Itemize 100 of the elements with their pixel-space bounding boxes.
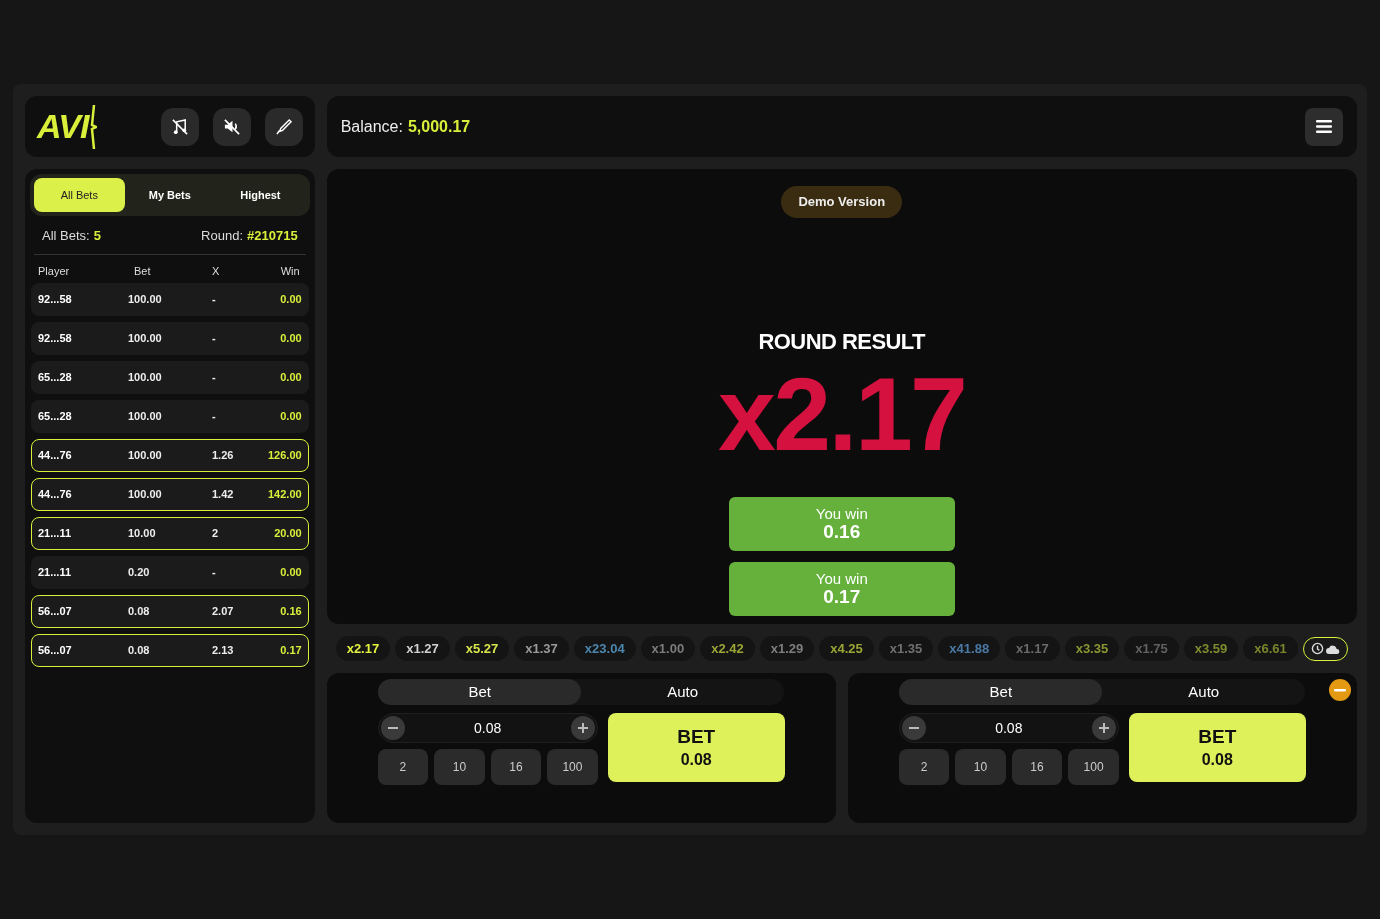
player-name: 92...58: [38, 331, 73, 347]
game-logo: AVI: [37, 106, 89, 147]
menu-icon: [1315, 120, 1332, 133]
pen-icon: [274, 117, 293, 136]
preset-amount-button[interactable]: 100: [1068, 749, 1119, 785]
preset-amount-button[interactable]: 10: [434, 749, 485, 785]
history-multiplier[interactable]: x1.37: [514, 636, 569, 661]
player-name: 21...11: [38, 526, 73, 542]
sound-off-button[interactable]: [212, 107, 251, 146]
win-label: You win: [815, 505, 868, 522]
round-result-title: ROUND RESULT: [758, 327, 925, 356]
minus-icon: [908, 727, 919, 729]
bet-amount-value: 0.08: [474, 718, 502, 738]
bet-amount: 10.00: [128, 526, 157, 542]
preset-amount-button[interactable]: 10: [955, 749, 1006, 785]
win-amount: 0.00: [279, 292, 302, 308]
bet-mode-tab[interactable]: Auto: [581, 679, 785, 705]
history-icon: [1310, 642, 1324, 655]
remove-bet-button[interactable]: [1328, 679, 1351, 701]
history-multiplier[interactable]: x3.35: [1064, 636, 1120, 661]
amount-stepper[interactable]: 0.08: [898, 713, 1119, 743]
player-name: 44...76: [38, 448, 73, 464]
decrease-button[interactable]: [380, 716, 405, 740]
win-amount: 126.00: [268, 448, 302, 464]
win-label: You win: [815, 570, 868, 587]
multiplier-value: -: [211, 292, 217, 308]
pen-button[interactable]: [264, 107, 303, 146]
column-header: X: [211, 263, 221, 279]
player-name: 44...76: [38, 487, 73, 503]
round-multiplier: x2.17: [718, 361, 966, 466]
menu-button[interactable]: [1304, 107, 1343, 146]
history-multiplier[interactable]: x1.00: [640, 636, 696, 661]
preset-amount-button[interactable]: 100: [547, 749, 598, 785]
history-multiplier[interactable]: x1.27: [395, 636, 450, 661]
history-multiplier[interactable]: x1.29: [759, 636, 815, 661]
preset-amount-button[interactable]: 16: [490, 749, 542, 785]
bet-count: 5: [93, 227, 101, 245]
round-label: Round:: [201, 227, 244, 245]
music-off-icon: [170, 117, 189, 136]
increase-button[interactable]: [1091, 716, 1116, 740]
bet-mode-tab[interactable]: Bet: [899, 679, 1103, 705]
history-multiplier[interactable]: x23.04: [573, 636, 636, 661]
history-multiplier[interactable]: x5.27: [454, 636, 510, 661]
win-amount: 0.17: [279, 643, 302, 659]
win-amount: 0.00: [279, 409, 302, 425]
plus-icon: [577, 723, 588, 733]
column-header: Win: [279, 263, 301, 279]
balance-value: 5,000.17: [407, 116, 471, 137]
player-name: 65...28: [38, 409, 73, 425]
player-name: 92...58: [38, 292, 73, 308]
multiplier-value: 2.07: [211, 604, 235, 620]
bet-amount: 0.08: [128, 643, 151, 659]
decrease-button[interactable]: [901, 716, 926, 740]
history-multiplier[interactable]: x2.17: [335, 636, 391, 661]
bet-button[interactable]: BET 0.08: [607, 713, 785, 782]
bet-mode-tab[interactable]: Bet: [378, 679, 582, 705]
bet-amount: 100.00: [128, 370, 163, 386]
history-multiplier[interactable]: x1.35: [878, 636, 934, 661]
bets-tab[interactable]: My Bets: [124, 178, 216, 212]
column-header: Bet: [133, 263, 152, 279]
history-multiplier[interactable]: x41.88: [938, 636, 1001, 661]
player-name: 56...07: [38, 643, 73, 659]
win-amount: 0.16: [823, 521, 861, 542]
multiplier-value: 2.13: [211, 643, 235, 659]
bets-tab[interactable]: Highest: [215, 178, 306, 212]
preset-amount-button[interactable]: 16: [1011, 749, 1063, 785]
bet-amount: 0.20: [128, 565, 151, 581]
music-off-button[interactable]: [160, 107, 199, 146]
preset-amount-button[interactable]: 2: [898, 749, 950, 785]
multiplier-value: -: [211, 370, 217, 386]
preset-amount-button[interactable]: 2: [377, 749, 429, 785]
history-multiplier[interactable]: x4.25: [819, 636, 874, 661]
bet-amount-value: 0.08: [995, 718, 1023, 738]
multiplier-value: -: [211, 331, 217, 347]
win-amount: 0.00: [279, 331, 302, 347]
bet-button[interactable]: BET 0.08: [1128, 713, 1306, 782]
history-multiplier[interactable]: x2.42: [700, 636, 755, 661]
player-name: 65...28: [38, 370, 73, 386]
minus-icon: [1333, 688, 1346, 692]
increase-button[interactable]: [570, 716, 595, 740]
bet-amount: 100.00: [128, 487, 163, 503]
history-button[interactable]: [1302, 636, 1348, 661]
win-amount: 0.16: [279, 604, 302, 620]
win-amount: 142.00: [268, 487, 302, 503]
history-multiplier[interactable]: x3.59: [1183, 636, 1239, 661]
win-amount: 0.00: [279, 565, 302, 581]
win-amount: 0.17: [823, 586, 861, 607]
plus-icon: [1098, 723, 1109, 733]
bets-tab[interactable]: All Bets: [34, 178, 125, 212]
propeller-icon: [88, 104, 97, 149]
balance-label: Balance:: [340, 116, 403, 137]
player-name: 21...11: [38, 565, 73, 581]
win-amount: 20.00: [273, 526, 302, 542]
demo-badge: Demo Version: [781, 186, 903, 218]
history-multiplier[interactable]: x6.61: [1243, 636, 1298, 661]
cloud-icon: [1325, 643, 1340, 654]
bet-amount: 100.00: [128, 448, 163, 464]
amount-stepper[interactable]: 0.08: [377, 713, 598, 743]
bet-mode-tab[interactable]: Auto: [1102, 679, 1306, 705]
round-number: #210715: [247, 227, 298, 245]
